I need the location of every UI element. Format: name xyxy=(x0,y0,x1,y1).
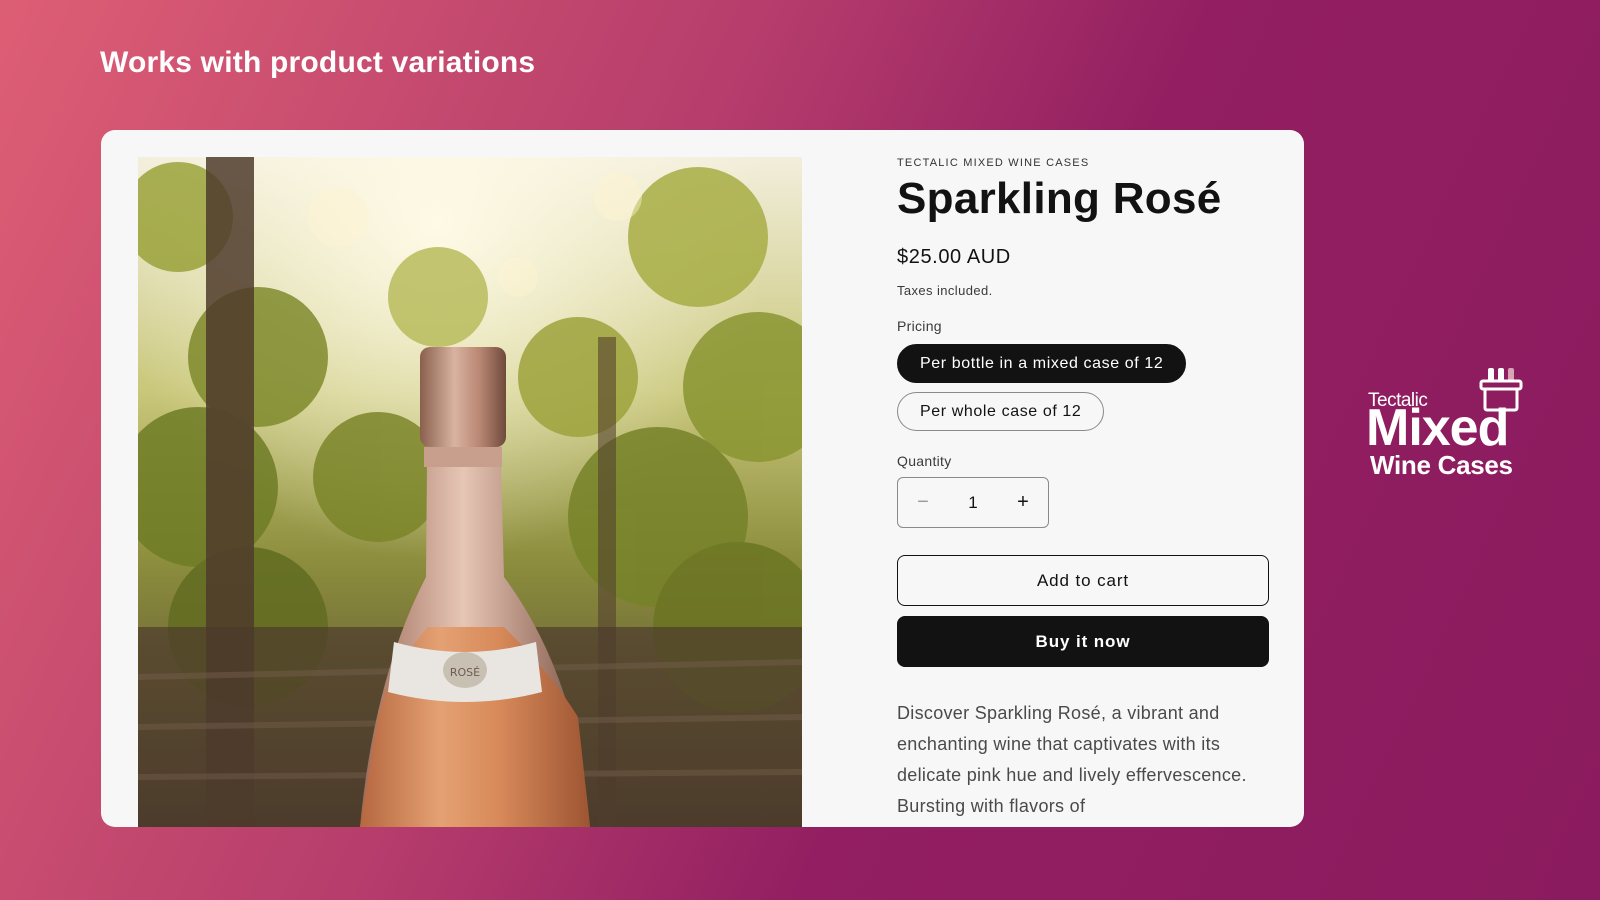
product-title: Sparkling Rosé xyxy=(897,174,1222,223)
logo-sub-text: Wine Cases xyxy=(1370,450,1513,480)
product-vendor: TECTALIC MIXED WINE CASES xyxy=(897,157,1090,169)
product-price: $25.00 AUD xyxy=(897,246,1011,268)
wine-box-icon xyxy=(1479,368,1523,412)
quantity-label: Quantity xyxy=(897,453,952,469)
pricing-option-whole-case[interactable]: Per whole case of 12 xyxy=(897,392,1105,431)
quantity-increase-button[interactable]: + xyxy=(998,478,1048,527)
tax-note: Taxes included. xyxy=(897,283,993,298)
quantity-input[interactable]: 1 xyxy=(953,493,993,513)
bottle-label-text: ROSÉ xyxy=(450,666,480,679)
quantity-stepper: − 1 + xyxy=(897,477,1049,528)
quantity-decrease-button[interactable]: − xyxy=(898,478,948,527)
product-info: TECTALIC MIXED WINE CASES Sparkling Rosé… xyxy=(897,157,1269,822)
pricing-option-per-bottle[interactable]: Per bottle in a mixed case of 12 xyxy=(897,344,1187,383)
brand-logo: Tectalic Mixed Wine Cases xyxy=(1366,368,1538,485)
pricing-label: Pricing xyxy=(897,318,942,334)
product-image[interactable]: ROSÉ xyxy=(138,157,802,827)
buy-now-button[interactable]: Buy it now xyxy=(897,616,1269,667)
product-description: Discover Sparkling Rosé, a vibrant and e… xyxy=(897,703,1247,816)
page-headline: Works with product variations xyxy=(100,46,536,79)
product-card: ROSÉ TECTALIC MIXED WINE CASES Sparkling… xyxy=(101,130,1304,827)
add-to-cart-button[interactable]: Add to cart xyxy=(897,555,1269,606)
